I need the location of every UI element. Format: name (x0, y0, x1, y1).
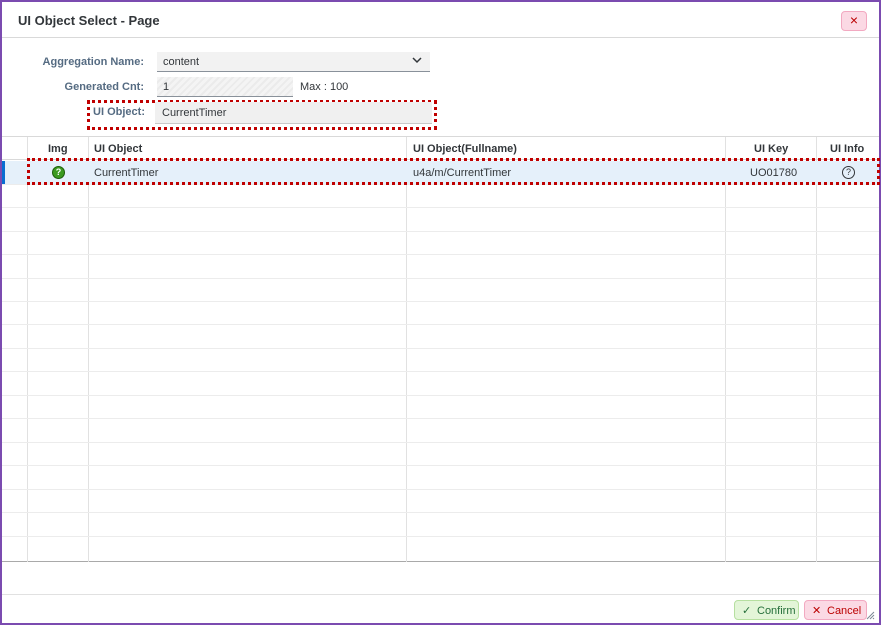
aggregation-name-value: content (163, 56, 200, 68)
resize-handle-icon[interactable] (866, 611, 875, 623)
row-selection-marker (2, 161, 5, 184)
selected-row-highlight (27, 158, 880, 185)
confirm-label: Confirm (757, 605, 796, 617)
aggregation-name-label: Aggregation Name: (42, 56, 144, 68)
col-header-ui-info[interactable]: UI Info (830, 143, 864, 155)
close-button[interactable]: × (841, 11, 867, 31)
chevron-down-icon (412, 55, 422, 68)
cancel-label: Cancel (827, 605, 862, 617)
cancel-button[interactable]: ✕ Cancel (804, 600, 867, 620)
col-header-img[interactable]: Img (48, 143, 68, 155)
aggregation-name-select[interactable]: content (157, 52, 430, 72)
col-header-ui-object[interactable]: UI Object (94, 143, 142, 155)
ui-object-field: CurrentTimer (155, 102, 432, 124)
generated-cnt-value: 1 (163, 81, 170, 93)
generated-cnt-input[interactable]: 1 (157, 77, 293, 97)
col-header-fullname[interactable]: UI Object(Fullname) (413, 143, 517, 155)
close-icon: × (849, 12, 859, 28)
check-icon: ✓ (742, 605, 752, 617)
ui-object-table: Img UI Object UI Object(Fullname) UI Key… (2, 136, 879, 562)
ui-object-select-dialog: UI Object Select - Page × Aggregation Na… (0, 0, 881, 625)
ui-object-label: UI Object: (93, 106, 145, 118)
confirm-button[interactable]: ✓ Confirm (734, 600, 799, 620)
cancel-icon: ✕ (812, 605, 822, 617)
generated-cnt-label: Generated Cnt: (64, 81, 144, 93)
dialog-title: UI Object Select - Page (18, 13, 160, 28)
max-count-text: Max : 100 (300, 81, 349, 93)
ui-object-value: CurrentTimer (162, 107, 227, 119)
col-header-ui-key[interactable]: UI Key (754, 143, 788, 155)
table-header: Img UI Object UI Object(Fullname) UI Key… (2, 137, 879, 160)
dialog-titlebar: UI Object Select - Page × (2, 2, 879, 38)
